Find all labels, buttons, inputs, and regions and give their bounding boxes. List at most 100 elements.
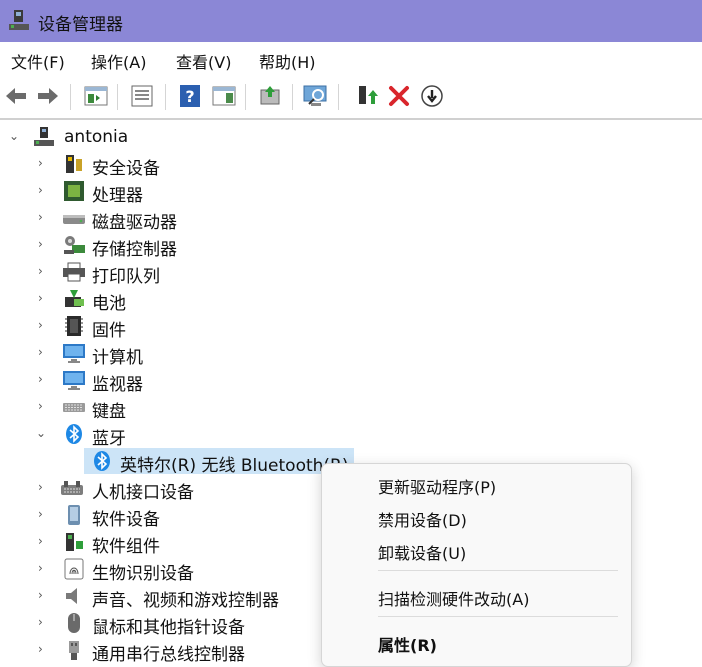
chevron-down-icon[interactable]: ⌄ <box>36 426 48 440</box>
tree-item-firmware[interactable]: › 固件 <box>0 313 702 341</box>
tree-item-label: 磁盘驱动器 <box>92 213 177 233</box>
enable-device-icon[interactable] <box>352 82 380 110</box>
tree-root[interactable]: ⌄ antonia <box>0 124 702 151</box>
tree-item-label: 固件 <box>92 321 126 341</box>
bluetooth-icon <box>62 423 86 445</box>
tree-item-label: 电池 <box>92 294 126 314</box>
toolbar-separator <box>165 84 166 110</box>
menu-separator <box>378 570 618 571</box>
chevron-right-icon[interactable]: › <box>38 642 50 656</box>
tree-item-monitors[interactable]: › 监视器 <box>0 367 702 395</box>
uninstall-icon[interactable] <box>385 82 413 110</box>
chevron-right-icon[interactable]: › <box>38 372 50 386</box>
battery-icon <box>62 288 86 310</box>
chevron-right-icon[interactable]: › <box>38 534 50 548</box>
toolbar-separator <box>117 84 118 110</box>
menu-properties[interactable]: 属性(R) <box>378 632 437 656</box>
monitor-icon <box>62 369 86 391</box>
menu-separator <box>378 616 618 617</box>
firmware-icon <box>62 315 86 337</box>
chevron-right-icon[interactable]: › <box>38 237 50 251</box>
chevron-right-icon[interactable]: › <box>38 615 50 629</box>
tree-item-processor[interactable]: › 处理器 <box>0 178 702 206</box>
menu-view[interactable]: 查看(V) <box>176 49 231 73</box>
chevron-right-icon[interactable]: › <box>38 183 50 197</box>
tree-item-label: 鼠标和其他指针设备 <box>92 618 245 638</box>
tree-item-batteries[interactable]: › 电池 <box>0 286 702 314</box>
tree-root-label: antonia <box>64 127 129 147</box>
menu-uninstall-device[interactable]: 卸载设备(U) <box>378 540 466 564</box>
scan-hardware-icon[interactable] <box>302 82 330 110</box>
disk-drive-icon <box>62 207 86 229</box>
menu-scan-hardware[interactable]: 扫描检测硬件改动(A) <box>378 586 529 610</box>
menu-disable-device[interactable]: 禁用设备(D) <box>378 507 467 531</box>
show-hide-tree-icon[interactable] <box>82 82 110 110</box>
help-icon[interactable]: ? <box>176 82 204 110</box>
toolbar: ? <box>0 76 702 120</box>
tree-item-print-queues[interactable]: › 打印队列 <box>0 259 702 287</box>
chevron-right-icon[interactable]: › <box>38 507 50 521</box>
processor-icon <box>62 180 86 202</box>
hid-icon <box>60 477 84 499</box>
tree-item-bluetooth[interactable]: ⌄ 蓝牙 <box>0 421 702 449</box>
tree-item-storage-controllers[interactable]: › 存储控制器 <box>0 232 702 260</box>
tree-item-label: 生物识别设备 <box>92 564 194 584</box>
toolbar-separator <box>245 84 246 110</box>
menu-help[interactable]: 帮助(H) <box>259 49 316 73</box>
toolbar-separator <box>292 84 293 110</box>
storage-controller-icon <box>62 234 86 256</box>
chevron-right-icon[interactable]: › <box>38 561 50 575</box>
tree-item-label: 英特尔(R) 无线 Bluetooth(R) <box>120 456 349 476</box>
chevron-right-icon[interactable]: › <box>38 156 50 170</box>
usb-icon <box>62 639 86 661</box>
forward-icon[interactable] <box>34 82 62 110</box>
tree-item-label: 监视器 <box>92 375 143 395</box>
mouse-icon <box>62 612 86 634</box>
menu-action[interactable]: 操作(A) <box>91 49 146 73</box>
chevron-right-icon[interactable]: › <box>38 264 50 278</box>
chevron-right-icon[interactable]: › <box>38 291 50 305</box>
chevron-right-icon[interactable]: › <box>38 399 50 413</box>
device-manager-icon <box>8 8 30 32</box>
chevron-right-icon[interactable]: › <box>38 480 50 494</box>
tree-item-disk-drives[interactable]: › 磁盘驱动器 <box>0 205 702 233</box>
tree-item-keyboards[interactable]: › 键盘 <box>0 394 702 422</box>
menu-file[interactable]: 文件(F) <box>11 49 65 73</box>
menu-update-driver[interactable]: 更新驱动程序(P) <box>378 474 496 498</box>
software-device-icon <box>62 504 86 526</box>
chevron-right-icon[interactable]: › <box>38 345 50 359</box>
bluetooth-icon <box>90 450 114 472</box>
title-bar: 设备管理器 <box>0 0 702 42</box>
printer-icon <box>62 261 86 283</box>
software-component-icon <box>62 531 86 553</box>
chevron-down-icon[interactable]: ⌄ <box>9 129 21 143</box>
tree-item-label: 存储控制器 <box>92 240 177 260</box>
tree-item-label: 软件组件 <box>92 537 160 557</box>
svg-text:?: ? <box>185 87 194 106</box>
tree-item-label: 人机接口设备 <box>92 483 194 503</box>
speaker-icon <box>62 585 86 607</box>
back-icon[interactable] <box>2 82 30 110</box>
tree-item-computer[interactable]: › 计算机 <box>0 340 702 368</box>
tree-item-label: 安全设备 <box>92 159 160 179</box>
chevron-right-icon[interactable]: › <box>38 318 50 332</box>
tree-item-label: 处理器 <box>92 186 143 206</box>
update-driver-icon[interactable] <box>256 82 284 110</box>
tree-item-label: 声音、视频和游戏控制器 <box>92 591 279 611</box>
chevron-right-icon[interactable]: › <box>38 588 50 602</box>
tree-item-label: 计算机 <box>92 348 143 368</box>
tree-item-security[interactable]: › 安全设备 <box>0 151 702 179</box>
tree-item-label: 打印队列 <box>92 267 160 287</box>
tree-item-label: 软件设备 <box>92 510 160 530</box>
menu-bar: 文件(F) 操作(A) 查看(V) 帮助(H) <box>0 42 702 77</box>
computer-tree-icon <box>32 126 56 148</box>
action-pane-icon[interactable] <box>210 82 238 110</box>
tree-item-label: 通用串行总线控制器 <box>92 645 245 665</box>
toolbar-separator <box>338 84 339 110</box>
chevron-right-icon[interactable]: › <box>38 210 50 224</box>
properties-icon[interactable] <box>128 82 156 110</box>
computer-icon <box>62 342 86 364</box>
tree-item-label: 蓝牙 <box>92 429 126 449</box>
toolbar-separator <box>70 84 71 110</box>
disable-device-icon[interactable] <box>418 82 446 110</box>
